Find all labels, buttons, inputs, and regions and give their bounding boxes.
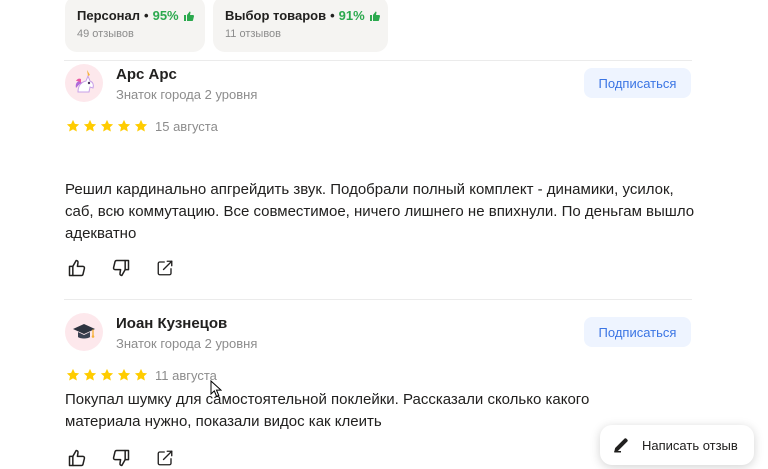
share-icon[interactable] [154, 447, 176, 469]
review-date: 11 августа [155, 368, 217, 383]
summary-reviews-count: 11 отзывов [225, 28, 282, 40]
rating-stars [66, 368, 148, 382]
avatar[interactable] [65, 313, 103, 351]
pencil-icon [612, 436, 630, 454]
subscribe-button[interactable]: Подписаться [584, 68, 691, 98]
subscribe-button[interactable]: Подписаться [584, 317, 691, 347]
review-actions [66, 447, 176, 469]
avatar[interactable] [65, 64, 103, 102]
star-icon [134, 368, 148, 381]
separator-dot: • [144, 8, 149, 23]
star-icon [134, 119, 148, 132]
star-icon [117, 368, 131, 381]
dislike-icon[interactable] [110, 257, 132, 279]
star-icon [83, 368, 97, 381]
summary-card-staff[interactable]: Персонал • 95% 49 отзывов [65, 0, 205, 52]
divider [64, 299, 692, 300]
dislike-icon[interactable] [110, 447, 132, 469]
unicorn-icon [75, 70, 94, 93]
graduation-cap-icon [73, 324, 95, 339]
star-icon [100, 119, 114, 132]
write-review-button[interactable]: Написать отзыв [600, 425, 754, 465]
summary-percent: 91% [338, 8, 365, 23]
summary-card-selection[interactable]: Выбор товаров • 91% 11 отзывов [213, 0, 388, 52]
review-date: 15 августа [155, 119, 218, 134]
like-icon[interactable] [66, 447, 88, 469]
thumbs-up-icon [369, 10, 381, 22]
star-icon [66, 119, 80, 132]
review-actions [66, 257, 176, 279]
write-review-label: Написать отзыв [642, 437, 738, 453]
author-level: Знаток города 2 уровня [116, 87, 258, 102]
author-name[interactable]: Арс Арс [116, 66, 177, 83]
summary-percent: 95% [152, 8, 179, 23]
review-text: Решил кардинально апгрейдить звук. Подоб… [65, 181, 695, 242]
divider [64, 60, 692, 61]
summary-title: Выбор товаров [225, 8, 327, 23]
like-icon[interactable] [66, 257, 88, 279]
star-icon [100, 368, 114, 381]
star-icon [83, 119, 97, 132]
rating-stars [66, 119, 148, 133]
author-name[interactable]: Иоан Кузнецов [116, 315, 227, 332]
share-icon[interactable] [154, 257, 176, 279]
star-icon [66, 368, 80, 381]
summary-reviews-count: 49 отзывов [77, 28, 134, 40]
separator-dot: • [330, 8, 335, 23]
summary-title: Персонал [77, 8, 141, 23]
author-level: Знаток города 2 уровня [116, 336, 258, 351]
mouse-cursor-icon [210, 379, 223, 403]
review-text: Покупал шумку для самостоятельной поклей… [65, 391, 590, 430]
star-icon [117, 119, 131, 132]
thumbs-up-icon [183, 10, 195, 22]
